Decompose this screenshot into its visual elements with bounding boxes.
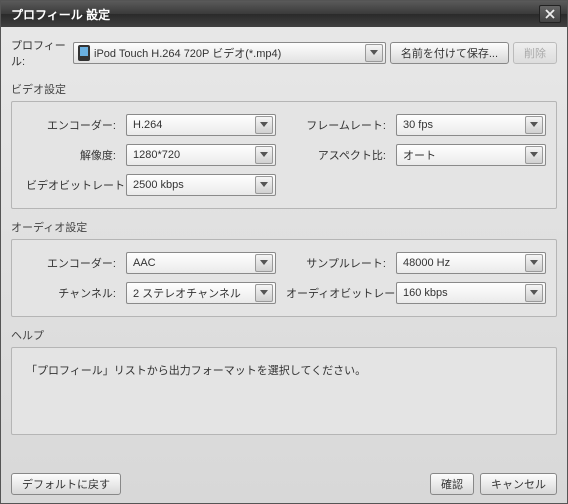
save-as-button[interactable]: 名前を付けて保存... [390, 42, 509, 64]
audio-bitrate-label: オーディオビットレート: [286, 285, 386, 301]
channel-value: 2 ステレオチャンネル [133, 285, 255, 301]
video-bitrate-select[interactable]: 2500 kbps [126, 174, 276, 196]
samplerate-select[interactable]: 48000 Hz [396, 252, 546, 274]
video-encoder-label: エンコーダー: [26, 117, 116, 133]
aspect-select[interactable]: オート [396, 144, 546, 166]
close-icon [545, 9, 555, 19]
audio-section-title: オーディオ設定 [11, 219, 557, 235]
chevron-down-icon [525, 146, 543, 164]
close-button[interactable] [539, 5, 561, 23]
help-text: 「プロフィール」リストから出力フォーマットを選択してください。 [26, 365, 366, 377]
profile-label: プロフィール: [11, 37, 69, 69]
video-section-title: ビデオ設定 [11, 81, 557, 97]
channel-label: チャンネル: [26, 285, 116, 301]
device-icon [78, 45, 90, 61]
profile-row: プロフィール: iPod Touch H.264 720P ビデオ(*.mp4)… [11, 37, 557, 69]
audio-encoder-label: エンコーダー: [26, 255, 116, 271]
video-bitrate-label: ビデオビットレート: [26, 177, 116, 193]
aspect-label: アスペクト比: [286, 147, 386, 163]
chevron-down-icon [525, 284, 543, 302]
samplerate-value: 48000 Hz [403, 257, 525, 269]
audio-bitrate-value: 160 kbps [403, 287, 525, 299]
channel-select[interactable]: 2 ステレオチャンネル [126, 282, 276, 304]
profile-value: iPod Touch H.264 720P ビデオ(*.mp4) [94, 45, 361, 61]
audio-section: エンコーダー: AAC サンプルレート: 48000 Hz チャンネル: 2 ス… [11, 239, 557, 317]
audio-encoder-value: AAC [133, 257, 255, 269]
framerate-value: 30 fps [403, 119, 525, 131]
audio-encoder-select[interactable]: AAC [126, 252, 276, 274]
chevron-down-icon [525, 116, 543, 134]
video-encoder-select[interactable]: H.264 [126, 114, 276, 136]
framerate-select[interactable]: 30 fps [396, 114, 546, 136]
video-section: エンコーダー: H.264 フレームレート: 30 fps 解像度: 1280*… [11, 101, 557, 209]
content-area: プロフィール: iPod Touch H.264 720P ビデオ(*.mp4)… [1, 27, 567, 503]
chevron-down-icon [525, 254, 543, 272]
aspect-value: オート [403, 147, 525, 163]
chevron-down-icon [255, 176, 273, 194]
reset-default-button[interactable]: デフォルトに戻す [11, 473, 121, 495]
resolution-label: 解像度: [26, 147, 116, 163]
profile-select[interactable]: iPod Touch H.264 720P ビデオ(*.mp4) [73, 42, 386, 64]
framerate-label: フレームレート: [286, 117, 386, 133]
help-section-title: ヘルプ [11, 327, 557, 343]
video-encoder-value: H.264 [133, 119, 255, 131]
chevron-down-icon [255, 284, 273, 302]
resolution-select[interactable]: 1280*720 [126, 144, 276, 166]
ok-button[interactable]: 確認 [430, 473, 474, 495]
window-title: プロフィール 設定 [11, 6, 110, 23]
resolution-value: 1280*720 [133, 149, 255, 161]
delete-button[interactable]: 削除 [513, 42, 557, 64]
chevron-down-icon [255, 146, 273, 164]
video-bitrate-value: 2500 kbps [133, 179, 255, 191]
chevron-down-icon [255, 254, 273, 272]
help-box: 「プロフィール」リストから出力フォーマットを選択してください。 [11, 347, 557, 435]
titlebar: プロフィール 設定 [1, 1, 567, 27]
footer: デフォルトに戻す 確認 キャンセル [11, 473, 557, 495]
audio-bitrate-select[interactable]: 160 kbps [396, 282, 546, 304]
cancel-button[interactable]: キャンセル [480, 473, 557, 495]
chevron-down-icon [365, 44, 383, 62]
samplerate-label: サンプルレート: [286, 255, 386, 271]
profile-settings-window: プロフィール 設定 プロフィール: iPod Touch H.264 720P … [0, 0, 568, 504]
chevron-down-icon [255, 116, 273, 134]
